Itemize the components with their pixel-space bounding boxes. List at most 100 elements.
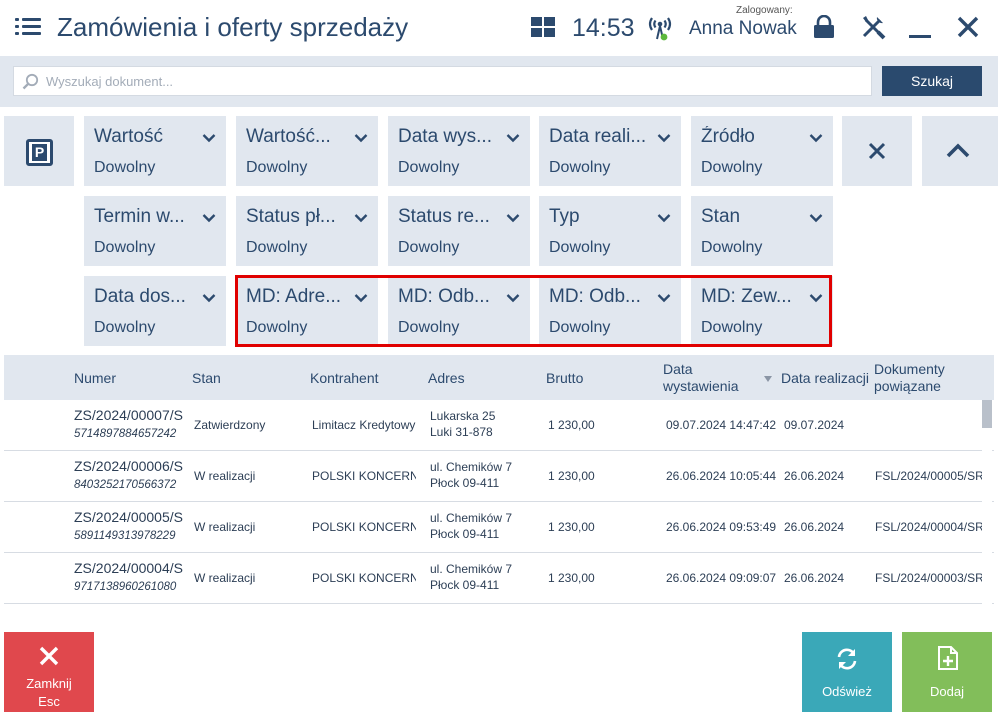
filter-zrodlo[interactable]: Źródło Dowolny: [691, 116, 833, 186]
filter-value: Dowolny: [94, 319, 156, 336]
chevron-down-icon: [506, 294, 520, 303]
page-title: Zamówienia i oferty sprzedaży: [57, 12, 409, 42]
filter-title: MD: Odb...: [549, 286, 641, 307]
cell-adres-line2: Płock 09-411: [430, 476, 500, 490]
scrollbar-thumb[interactable]: [982, 400, 992, 428]
filter-title: Wartość: [94, 126, 163, 147]
filter-data-dostawy[interactable]: Data dos... Dowolny: [84, 276, 226, 346]
filter-md-zewnetrzny[interactable]: MD: Zew... Dowolny: [691, 276, 833, 346]
col-dokumenty[interactable]: Dokumenty powiązane: [874, 361, 945, 395]
col-label-line: wystawienia: [663, 378, 739, 394]
filter-title: MD: Zew...: [701, 286, 792, 307]
chevron-down-icon: [657, 214, 671, 223]
search-button[interactable]: Szukaj: [882, 66, 982, 96]
filter-stan[interactable]: Stan Dowolny: [691, 196, 833, 266]
hamburger-menu-icon[interactable]: [15, 17, 41, 37]
chevron-down-icon: [809, 294, 823, 303]
filter-termin-wyslania[interactable]: Termin w... Dowolny: [84, 196, 226, 266]
search-field[interactable]: [13, 66, 872, 96]
filter-typ[interactable]: Typ Dowolny: [539, 196, 681, 266]
filter-title: Źródło: [701, 126, 755, 147]
col-data-wystawienia[interactable]: Data wystawienia: [663, 361, 738, 395]
cell-brutto: 1 230,00: [548, 418, 595, 432]
filter-md-odbiorca-2[interactable]: MD: Odb... Dowolny: [539, 276, 681, 346]
chevron-down-icon: [809, 134, 823, 143]
filter-status-realizacji[interactable]: Status re... Dowolny: [388, 196, 530, 266]
app-header: Zamówienia i oferty sprzedaży 14:53 Zalo…: [0, 0, 998, 56]
search-icon: [22, 73, 39, 90]
filter-data-wystawienia[interactable]: Data wys... Dowolny: [388, 116, 530, 186]
table-row[interactable]: ZS/2024/00005/S 5891149313978229 W reali…: [4, 502, 994, 553]
filter-md-odbiorca-1[interactable]: MD: Odb... Dowolny: [388, 276, 530, 346]
filter-value: Dowolny: [246, 319, 308, 336]
filter-status-platnosci[interactable]: Status pł... Dowolny: [236, 196, 378, 266]
cell-data-realizacji: 09.07.2024: [784, 418, 845, 432]
connection-signal-icon: [648, 17, 672, 41]
filter-md-adres[interactable]: MD: Adre... Dowolny: [236, 276, 378, 346]
cell-stan: W realizacji: [194, 520, 256, 534]
tools-icon[interactable]: [860, 14, 886, 40]
close-icon: [39, 646, 59, 666]
col-brutto[interactable]: Brutto: [546, 370, 583, 387]
filter-value: Dowolny: [246, 239, 308, 256]
tiles-icon[interactable]: [531, 17, 556, 37]
filter-value: Dowolny: [549, 239, 611, 256]
filter-wartosc-2[interactable]: Wartość... Dowolny: [236, 116, 378, 186]
cell-dokumenty[interactable]: FSL/2024/00003/SR_: [875, 571, 985, 585]
col-data-realizacji[interactable]: Data realizacji: [781, 370, 869, 387]
filter-title: Stan: [701, 206, 741, 227]
search-input[interactable]: [46, 67, 866, 95]
cell-dokumenty[interactable]: FSL/2024/00005/SR_: [875, 469, 985, 483]
col-numer[interactable]: Numer: [74, 370, 116, 387]
cell-brutto: 1 230,00: [548, 469, 595, 483]
cell-numer: ZS/2024/00004/S: [74, 560, 183, 576]
filter-value: Dowolny: [701, 159, 763, 176]
chevron-down-icon: [809, 214, 823, 223]
col-kontrahent[interactable]: Kontrahent: [310, 370, 379, 387]
col-adres[interactable]: Adres: [428, 370, 465, 387]
col-stan[interactable]: Stan: [192, 370, 221, 387]
parameters-button[interactable]: P: [4, 116, 74, 186]
cell-ean: 5714897884657242: [74, 428, 177, 440]
cell-kontrahent: Limitacz Kredytowy: [312, 418, 416, 432]
filter-value: Dowolny: [398, 159, 460, 176]
chevron-down-icon: [354, 134, 368, 143]
refresh-button[interactable]: Odśwież: [802, 632, 892, 712]
chevron-up-icon: [946, 143, 970, 158]
table-scrollbar[interactable]: [982, 400, 992, 604]
table-row[interactable]: ZS/2024/00004/S 9717138960261080 W reali…: [4, 553, 994, 604]
cell-data-wystawienia: 09.07.2024 14:47:42: [666, 418, 777, 432]
filter-title: MD: Odb...: [398, 286, 490, 307]
cell-numer: ZS/2024/00007/S: [74, 407, 183, 423]
cell-adres-line1: ul. Chemików 7: [430, 511, 513, 525]
filter-value: Dowolny: [94, 159, 156, 176]
table-body: ZS/2024/00007/S 5714897884657242 Zatwier…: [4, 400, 994, 604]
user-name[interactable]: Anna Nowak: [689, 18, 797, 40]
minimize-icon[interactable]: [908, 17, 932, 39]
table-row[interactable]: ZS/2024/00006/S 8403252170566372 W reali…: [4, 451, 994, 502]
filter-title: Wartość...: [246, 126, 331, 147]
search-bar: Szukaj: [0, 56, 998, 107]
cell-dokumenty[interactable]: FSL/2024/00004/SR_: [875, 520, 985, 534]
clear-filters-button[interactable]: [842, 116, 912, 186]
chevron-down-icon: [202, 134, 216, 143]
lock-icon[interactable]: [812, 15, 836, 39]
collapse-filters-button[interactable]: [922, 116, 998, 186]
cell-ean: 9717138960261080: [74, 581, 177, 593]
filter-title: Status pł...: [246, 206, 336, 227]
refresh-icon: [837, 648, 857, 670]
col-label-line: Dokumenty: [874, 361, 945, 377]
filter-title: Typ: [549, 206, 580, 227]
logged-in-label: Zalogowany:: [736, 5, 793, 16]
filter-value: Dowolny: [549, 319, 611, 336]
close-button[interactable]: Zamknij Esc: [4, 632, 94, 712]
table-row[interactable]: ZS/2024/00007/S 5714897884657242 Zatwier…: [4, 400, 994, 451]
cell-stan: Zatwierdzony: [194, 418, 266, 432]
sort-descending-icon: [764, 376, 772, 382]
filter-wartosc[interactable]: Wartość Dowolny: [84, 116, 226, 186]
cell-brutto: 1 230,00: [548, 571, 595, 585]
close-window-icon[interactable]: [955, 14, 981, 40]
filter-panel: P Wartość Dowolny Wartość... Dowolny Dat…: [0, 107, 998, 355]
filter-data-realizacji[interactable]: Data reali... Dowolny: [539, 116, 681, 186]
add-button[interactable]: Dodaj: [902, 632, 992, 712]
